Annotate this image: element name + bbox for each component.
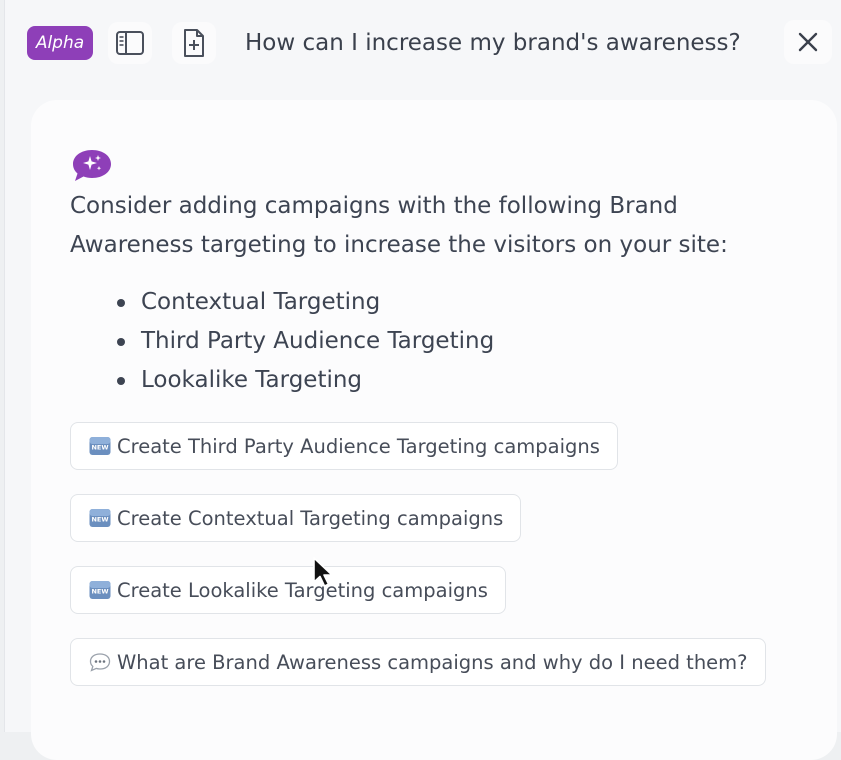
assistant-message-card: Consider adding campaigns with the follo…: [31, 100, 837, 760]
suggestion-label: What are Brand Awareness campaigns and w…: [117, 650, 748, 674]
sidebar-icon: [116, 31, 144, 55]
new-icon: NEW: [89, 509, 111, 527]
sidebar-toggle-button[interactable]: [108, 22, 152, 64]
new-chat-button[interactable]: [172, 22, 216, 64]
ai-sparkle-chat-icon: [73, 150, 111, 181]
suggestion-label: Create Contextual Targeting campaigns: [117, 506, 504, 530]
new-icon: NEW: [89, 437, 111, 455]
chat-bubble-icon: [89, 653, 111, 672]
suggestion-create-contextual-button[interactable]: NEW Create Contextual Targeting campaign…: [70, 494, 522, 542]
list-item: Contextual Targeting: [113, 283, 494, 322]
new-document-icon: [184, 29, 204, 57]
svg-text:NEW: NEW: [91, 588, 108, 596]
close-icon: [798, 32, 818, 52]
suggestion-label: Create Third Party Audience Targeting ca…: [117, 434, 600, 458]
targeting-list: Contextual Targeting Third Party Audienc…: [113, 283, 494, 400]
assistant-intro-text: Consider adding campaigns with the follo…: [70, 193, 728, 258]
suggestion-what-are-brand-awareness-button[interactable]: What are Brand Awareness campaigns and w…: [70, 638, 766, 686]
list-item: Lookalike Targeting: [113, 361, 494, 400]
list-item: Third Party Audience Targeting: [113, 322, 494, 361]
suggestion-label: Create Lookalike Targeting campaigns: [117, 578, 488, 602]
assistant-panel: Alpha How can I increase my brand's awar…: [4, 0, 841, 760]
svg-text:NEW: NEW: [91, 444, 108, 452]
new-icon: NEW: [89, 581, 111, 599]
panel-header: Alpha How can I increase my brand's awar…: [5, 0, 841, 88]
close-button[interactable]: [784, 20, 832, 64]
suggestion-create-third-party-button[interactable]: NEW Create Third Party Audience Targetin…: [70, 422, 618, 470]
alpha-badge: Alpha: [27, 26, 93, 60]
conversation-title: How can I increase my brand's awareness?: [245, 30, 741, 56]
suggestion-create-lookalike-button[interactable]: NEW Create Lookalike Targeting campaigns: [70, 566, 506, 614]
svg-text:NEW: NEW: [91, 516, 108, 524]
mouse-pointer-icon: [313, 557, 333, 587]
